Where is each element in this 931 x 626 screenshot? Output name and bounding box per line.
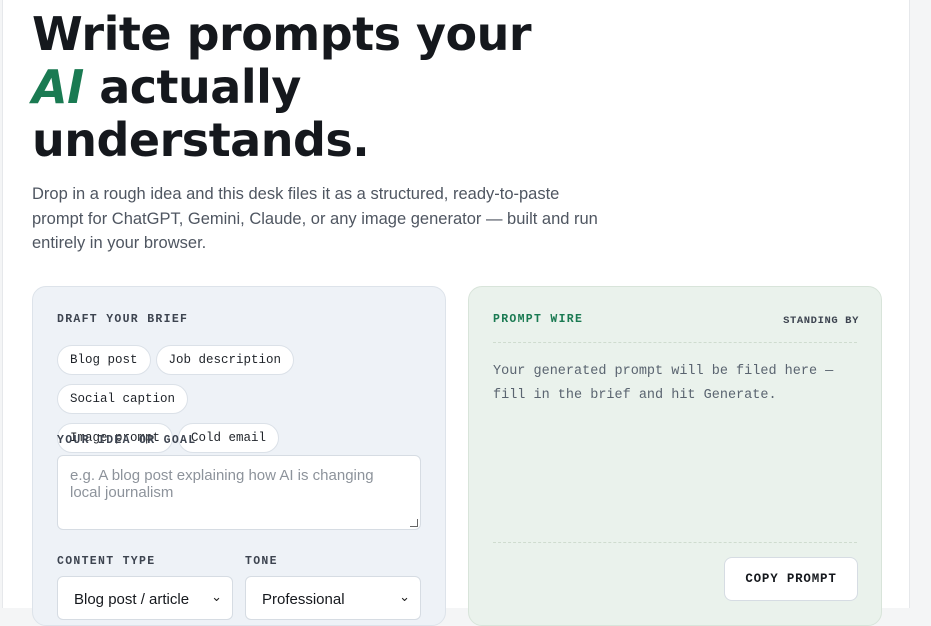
hero-title: Write prompts your AI actually understan… — [32, 8, 632, 167]
prompt-wire-card: PROMPT WIRE STANDING BY Your generated p… — [468, 286, 882, 626]
idea-placeholder: e.g. A blog post explaining how AI is ch… — [70, 467, 374, 501]
chevron-down-icon: ⌄ — [399, 589, 410, 604]
wire-output: Your generated prompt will be filed here… — [493, 364, 834, 403]
hero-lead: Drop in a rough idea and this desk files… — [32, 185, 598, 252]
wire-status-badge: STANDING BY — [783, 315, 859, 327]
tone-label: TONE — [245, 555, 278, 568]
resize-handle-icon[interactable] — [410, 519, 418, 527]
content-type-select[interactable]: Blog post / article ⌄ — [57, 576, 233, 620]
page: Write prompts your AI actually understan… — [2, 0, 910, 626]
chip-social-caption[interactable]: Social caption — [57, 384, 189, 414]
hero-title-accent: AI — [32, 60, 84, 114]
chip-blog-post[interactable]: Blog post — [57, 345, 151, 375]
tone-value: Professional — [262, 591, 345, 608]
chip-job-description[interactable]: Job description — [155, 345, 295, 375]
hero-title-line2: actually — [83, 60, 301, 114]
brief-heading: DRAFT YOUR BRIEF — [57, 313, 189, 326]
idea-input[interactable]: e.g. A blog post explaining how AI is ch… — [57, 455, 421, 530]
wire-divider-top — [493, 342, 857, 343]
chevron-down-icon: ⌄ — [211, 589, 222, 604]
tone-select[interactable]: Professional ⌄ — [245, 576, 421, 620]
idea-label: YOUR IDEA OR GOAL — [57, 434, 197, 447]
wire-heading: PROMPT WIRE — [493, 313, 584, 326]
content-type-value: Blog post / article — [74, 591, 190, 608]
content-type-label: CONTENT TYPE — [57, 555, 156, 568]
hero-title-line1: Write prompts your — [32, 7, 532, 61]
hero-title-line3: understands. — [32, 113, 370, 167]
brief-card: DRAFT YOUR BRIEF Blog post Job descriptio… — [32, 286, 446, 626]
copy-prompt-button[interactable]: COPY PROMPT — [724, 557, 858, 601]
wire-divider-bottom — [493, 542, 857, 543]
